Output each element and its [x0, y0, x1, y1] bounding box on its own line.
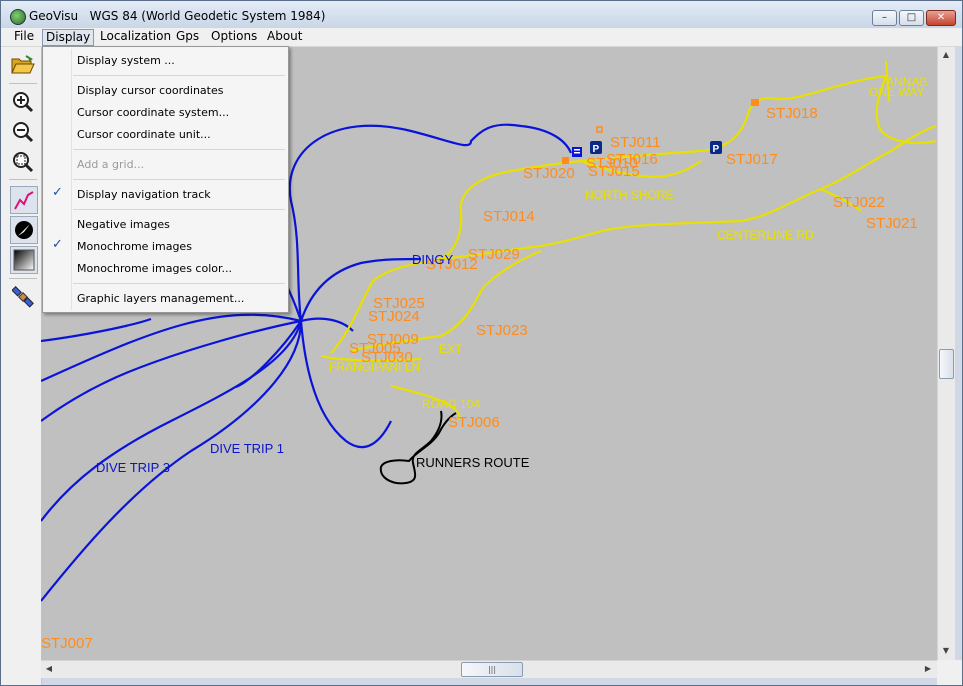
menu-item-negative-images[interactable]: Negative images: [77, 218, 170, 231]
minimize-button[interactable]: –: [872, 10, 897, 26]
waypoint-label: STJ006: [448, 414, 500, 431]
track-label: DIVE TRIP 1: [210, 441, 284, 456]
menu-bar: File Display Localization Gps Options Ab…: [1, 28, 962, 47]
menu-gps[interactable]: Gps: [173, 29, 202, 44]
menu-item-add-grid: Add a grid...: [77, 158, 145, 171]
track-label: RUNNERS ROUTE: [416, 455, 530, 470]
menu-item-display-navigation-track[interactable]: Display navigation track: [77, 188, 211, 201]
waypoint-label: STJ023: [476, 322, 528, 339]
menu-options[interactable]: Options: [208, 29, 260, 44]
menu-item-graphic-layers-management[interactable]: Graphic layers management...: [77, 292, 244, 305]
menu-file[interactable]: File: [11, 29, 37, 44]
waypoint-label: STJ021: [866, 215, 918, 232]
track-label: DIVE TRIP 3: [96, 460, 170, 475]
zoom-fit-icon[interactable]: [10, 149, 36, 175]
menu-item-cursor-coordinate-system[interactable]: Cursor coordinate system...: [77, 106, 229, 119]
satellite-icon[interactable]: [10, 284, 36, 310]
waypoint-label: STJ020: [523, 165, 575, 182]
waypoint-label: STJ022: [833, 194, 885, 211]
parking-icon: P: [713, 144, 720, 155]
scroll-right-button[interactable]: ▶: [920, 661, 936, 677]
road-label: FRANGIPANI LN: [329, 360, 420, 374]
scroll-left-button[interactable]: ◀: [41, 661, 57, 677]
display-menu-dropdown: Display system ... Display cursor coordi…: [42, 46, 289, 313]
monochrome-gradient-icon[interactable]: [10, 246, 38, 274]
road-label: EXT: [439, 342, 463, 356]
waypoint-label: STJ007: [41, 635, 93, 652]
waypoint-label: STJ014: [483, 208, 535, 225]
vertical-scrollbar[interactable]: ▲ ▼: [937, 47, 955, 660]
menu-about[interactable]: About: [264, 29, 305, 44]
waypoint-label: STJ018: [766, 105, 818, 122]
north-arrow-icon[interactable]: [10, 216, 38, 244]
scroll-down-button[interactable]: ▼: [938, 643, 954, 659]
horizontal-scrollbar[interactable]: ◀ ||| ▶: [41, 660, 937, 678]
zoom-in-icon[interactable]: [10, 89, 36, 115]
application-window: GeoVisu WGS 84 (World Geodetic System 19…: [0, 0, 963, 686]
road-label: CENTERLINE RD: [717, 228, 814, 242]
waypoint-label: STJ024: [368, 308, 420, 325]
horizontal-scroll-thumb[interactable]: |||: [461, 662, 523, 677]
track-label: DINGY: [412, 252, 454, 267]
waypoint-label: STJ017: [726, 151, 778, 168]
title-bar[interactable]: GeoVisu WGS 84 (World Geodetic System 19…: [1, 1, 962, 28]
vertical-scroll-thumb[interactable]: [939, 349, 954, 379]
road-label: ROAD 104: [422, 397, 480, 411]
window-title: GeoVisu WGS 84 (World Geodetic System 19…: [29, 9, 326, 23]
checkmark-icon: ✓: [52, 185, 63, 200]
road-label: ONE WAY: [869, 85, 924, 99]
waypoint-label: STJ011: [610, 134, 661, 151]
waypoint-label: STJ010: [586, 155, 638, 172]
maximize-button[interactable]: □: [899, 10, 924, 26]
checkmark-icon: ✓: [52, 237, 63, 252]
menu-localization[interactable]: Localization: [97, 29, 174, 44]
menu-item-monochrome-images[interactable]: Monochrome images: [77, 240, 192, 253]
navigation-track-icon[interactable]: [10, 186, 38, 214]
road-label: NORTH SHORE: [585, 188, 673, 202]
open-folder-icon[interactable]: [10, 52, 36, 78]
menu-item-display-system[interactable]: Display system ...: [77, 54, 175, 67]
left-toolbar: [1, 47, 42, 685]
menu-item-display-cursor-coordinates[interactable]: Display cursor coordinates: [77, 84, 223, 97]
menu-item-monochrome-images-color[interactable]: Monochrome images color...: [77, 262, 232, 275]
globe-app-icon: [10, 9, 26, 25]
scroll-up-button[interactable]: ▲: [938, 47, 954, 63]
menu-item-cursor-coordinate-unit[interactable]: Cursor coordinate unit...: [77, 128, 211, 141]
close-button[interactable]: ✕: [926, 10, 956, 26]
menu-display[interactable]: Display: [42, 29, 95, 46]
zoom-out-icon[interactable]: [10, 119, 36, 145]
parking-icon: P: [593, 144, 600, 155]
resize-grip[interactable]: [937, 660, 962, 685]
